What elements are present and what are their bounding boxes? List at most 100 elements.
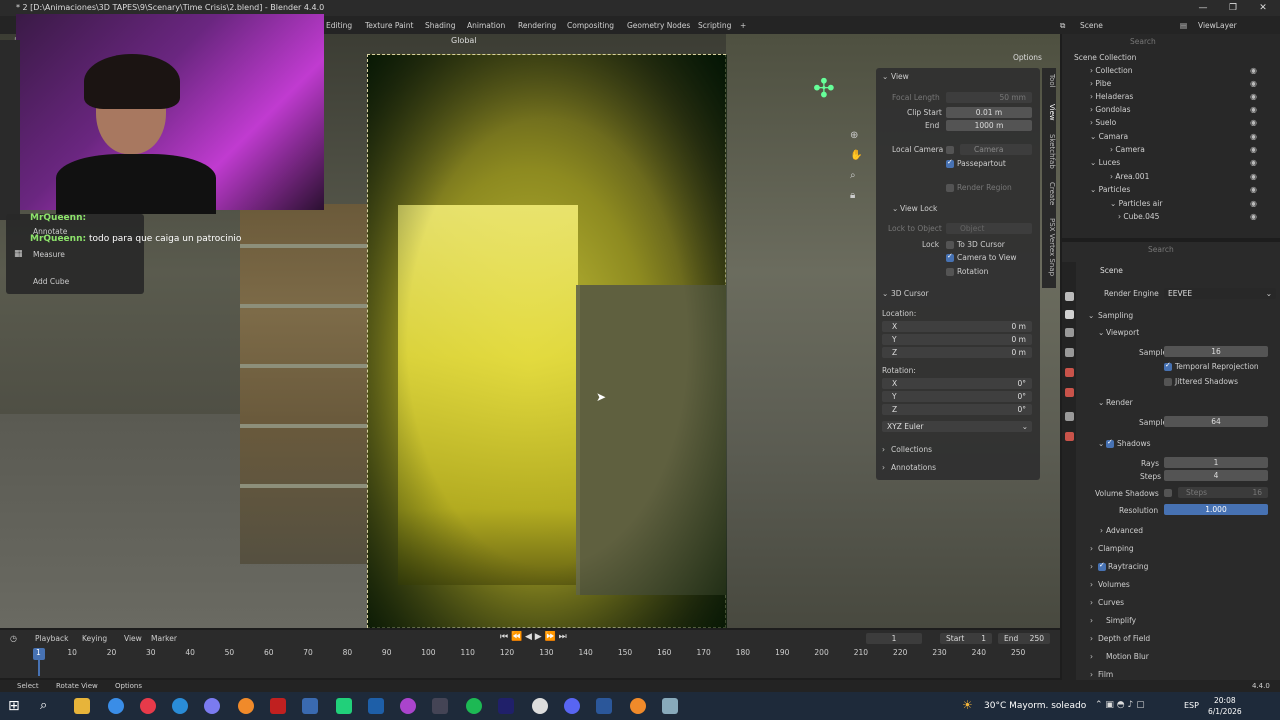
- volumes-header[interactable]: Volumes: [1098, 580, 1130, 589]
- shadows-checkbox[interactable]: [1106, 438, 1114, 448]
- minimize-icon[interactable]: —: [1188, 0, 1218, 16]
- texture-icon[interactable]: [1065, 432, 1074, 441]
- steps-field[interactable]: 4: [1164, 470, 1268, 481]
- film-header[interactable]: Film: [1098, 670, 1113, 679]
- tab-rendering[interactable]: Rendering: [518, 19, 556, 32]
- eye-icon[interactable]: ◉: [1250, 79, 1257, 88]
- simplify-header[interactable]: Simplify: [1106, 616, 1136, 625]
- rays-field[interactable]: 1: [1164, 457, 1268, 468]
- chrome-icon[interactable]: [108, 698, 124, 714]
- vp-samples-field[interactable]: 16: [1164, 346, 1268, 357]
- options-button[interactable]: Options: [1013, 53, 1042, 62]
- clamping-header[interactable]: Clamping: [1098, 544, 1134, 553]
- properties-search[interactable]: Search: [1148, 245, 1174, 254]
- tray-icons[interactable]: ⌃ ▣ ◓ ♪ ▢: [1095, 700, 1145, 710]
- start-icon[interactable]: ⊞: [8, 698, 20, 714]
- tab-shading[interactable]: Shading: [425, 19, 455, 32]
- maximize-icon[interactable]: ❐: [1218, 0, 1248, 16]
- eye-icon[interactable]: ◉: [1250, 158, 1257, 167]
- outliner-root[interactable]: Scene Collection: [1074, 51, 1280, 64]
- collections-header[interactable]: Collections: [891, 445, 932, 454]
- lock-icon[interactable]: 🔒︎: [850, 190, 855, 201]
- unity-icon[interactable]: [432, 698, 448, 714]
- app-icon[interactable]: [662, 698, 678, 714]
- word-icon[interactable]: [596, 698, 612, 714]
- annotations-header[interactable]: Annotations: [891, 463, 936, 472]
- world-icon[interactable]: [1065, 388, 1074, 397]
- eye-icon[interactable]: ◉: [1250, 185, 1257, 194]
- app-icon[interactable]: [532, 698, 548, 714]
- tab-texture-paint[interactable]: Texture Paint: [365, 19, 413, 32]
- render-engine-dropdown[interactable]: EEVEE ⌄: [1164, 288, 1276, 299]
- resolution-slider[interactable]: 1.000: [1164, 504, 1268, 515]
- blender-task-icon[interactable]: [238, 698, 254, 714]
- cursor-rot-x[interactable]: X 0°: [882, 378, 1032, 389]
- raytracing-checkbox[interactable]: [1098, 561, 1106, 571]
- local-camera-checkbox[interactable]: [946, 146, 954, 154]
- eye-icon[interactable]: ◉: [1250, 212, 1257, 221]
- weather-text[interactable]: 30°C Mayorm. soleado: [984, 701, 1086, 711]
- eye-icon[interactable]: ◉: [1250, 105, 1257, 114]
- temporal-reprojection-checkbox[interactable]: [1164, 361, 1172, 371]
- tab-create[interactable]: Create: [1042, 182, 1056, 205]
- zoom-icon[interactable]: ⊕: [850, 130, 858, 141]
- after-effects-icon[interactable]: [498, 698, 514, 714]
- viewport-header[interactable]: Viewport: [1106, 328, 1139, 337]
- visual-studio-icon[interactable]: [368, 698, 384, 714]
- tab-view[interactable]: View: [1042, 104, 1056, 121]
- collection-icon[interactable]: [1065, 412, 1074, 421]
- clock-time[interactable]: 20:08: [1214, 696, 1236, 705]
- close-icon[interactable]: ✕: [1248, 0, 1278, 16]
- start-frame-field[interactable]: Start 1: [940, 633, 992, 644]
- cursor-loc-y[interactable]: Y0 m: [882, 334, 1032, 345]
- menu-view[interactable]: View: [124, 634, 142, 643]
- eye-icon[interactable]: ◉: [1250, 132, 1257, 141]
- navigation-gizmo[interactable]: ✣: [813, 74, 835, 104]
- app-icon[interactable]: [302, 698, 318, 714]
- eye-icon[interactable]: ◉: [1250, 145, 1257, 154]
- to-3d-cursor-checkbox[interactable]: [946, 241, 954, 249]
- lock-to-object-field[interactable]: Object: [946, 223, 1032, 234]
- clock-icon[interactable]: ◷: [10, 634, 17, 643]
- passepartout-checkbox[interactable]: [946, 158, 954, 168]
- view-lock-header[interactable]: View Lock: [900, 204, 937, 213]
- motion-blur-header[interactable]: Motion Blur: [1106, 652, 1149, 661]
- measure-tool[interactable]: Measure: [33, 250, 65, 259]
- current-frame-field[interactable]: 1: [866, 633, 922, 644]
- volume-shadows-checkbox[interactable]: [1164, 489, 1172, 497]
- tab-sketchfab[interactable]: Sketchfab: [1042, 134, 1056, 169]
- tab-compositing[interactable]: Compositing: [567, 19, 614, 32]
- clock-date[interactable]: 6/1/2026: [1208, 707, 1242, 716]
- add-workspace-button[interactable]: +: [740, 19, 746, 32]
- menu-keying[interactable]: Keying: [82, 634, 107, 643]
- playback-controls[interactable]: ⏮ ⏪ ◀ ▶ ⏩ ⏭: [500, 632, 567, 642]
- scene-icon[interactable]: [1065, 368, 1074, 377]
- clip-start-field[interactable]: 0.01 m: [946, 107, 1032, 118]
- curves-header[interactable]: Curves: [1098, 598, 1124, 607]
- transform-orientation[interactable]: Global: [451, 36, 477, 45]
- eye-icon[interactable]: ◉: [1250, 172, 1257, 181]
- eye-icon[interactable]: ◉: [1250, 92, 1257, 101]
- eye-icon[interactable]: ◉: [1250, 118, 1257, 127]
- output-icon[interactable]: [1065, 328, 1074, 337]
- blender-icon[interactable]: [630, 698, 646, 714]
- add-cube-tool[interactable]: Add Cube: [33, 277, 69, 286]
- depth-of-field-header[interactable]: Depth of Field: [1098, 634, 1150, 643]
- cursor-loc-x[interactable]: X0 m: [882, 321, 1032, 332]
- end-frame-field[interactable]: End 250: [998, 633, 1050, 644]
- opera-icon[interactable]: [140, 698, 156, 714]
- advanced-header[interactable]: Advanced: [1106, 526, 1143, 535]
- raytracing-header[interactable]: Raytracing: [1108, 562, 1148, 571]
- tool-icon[interactable]: [1065, 292, 1074, 301]
- file-explorer-icon[interactable]: [74, 698, 90, 714]
- view-section-header[interactable]: View: [891, 72, 909, 81]
- jittered-shadows-checkbox[interactable]: [1164, 378, 1172, 386]
- menu-playback[interactable]: Playback: [35, 634, 68, 643]
- tab-scripting[interactable]: Scripting: [698, 19, 731, 32]
- search-icon[interactable]: ⌕: [40, 698, 47, 713]
- cursor-rot-z[interactable]: Z 0°: [882, 404, 1032, 415]
- eye-icon[interactable]: ◉: [1250, 199, 1257, 208]
- 3d-cursor-header[interactable]: 3D Cursor: [891, 289, 929, 298]
- pycharm-icon[interactable]: [336, 698, 352, 714]
- render-icon[interactable]: [1065, 310, 1074, 319]
